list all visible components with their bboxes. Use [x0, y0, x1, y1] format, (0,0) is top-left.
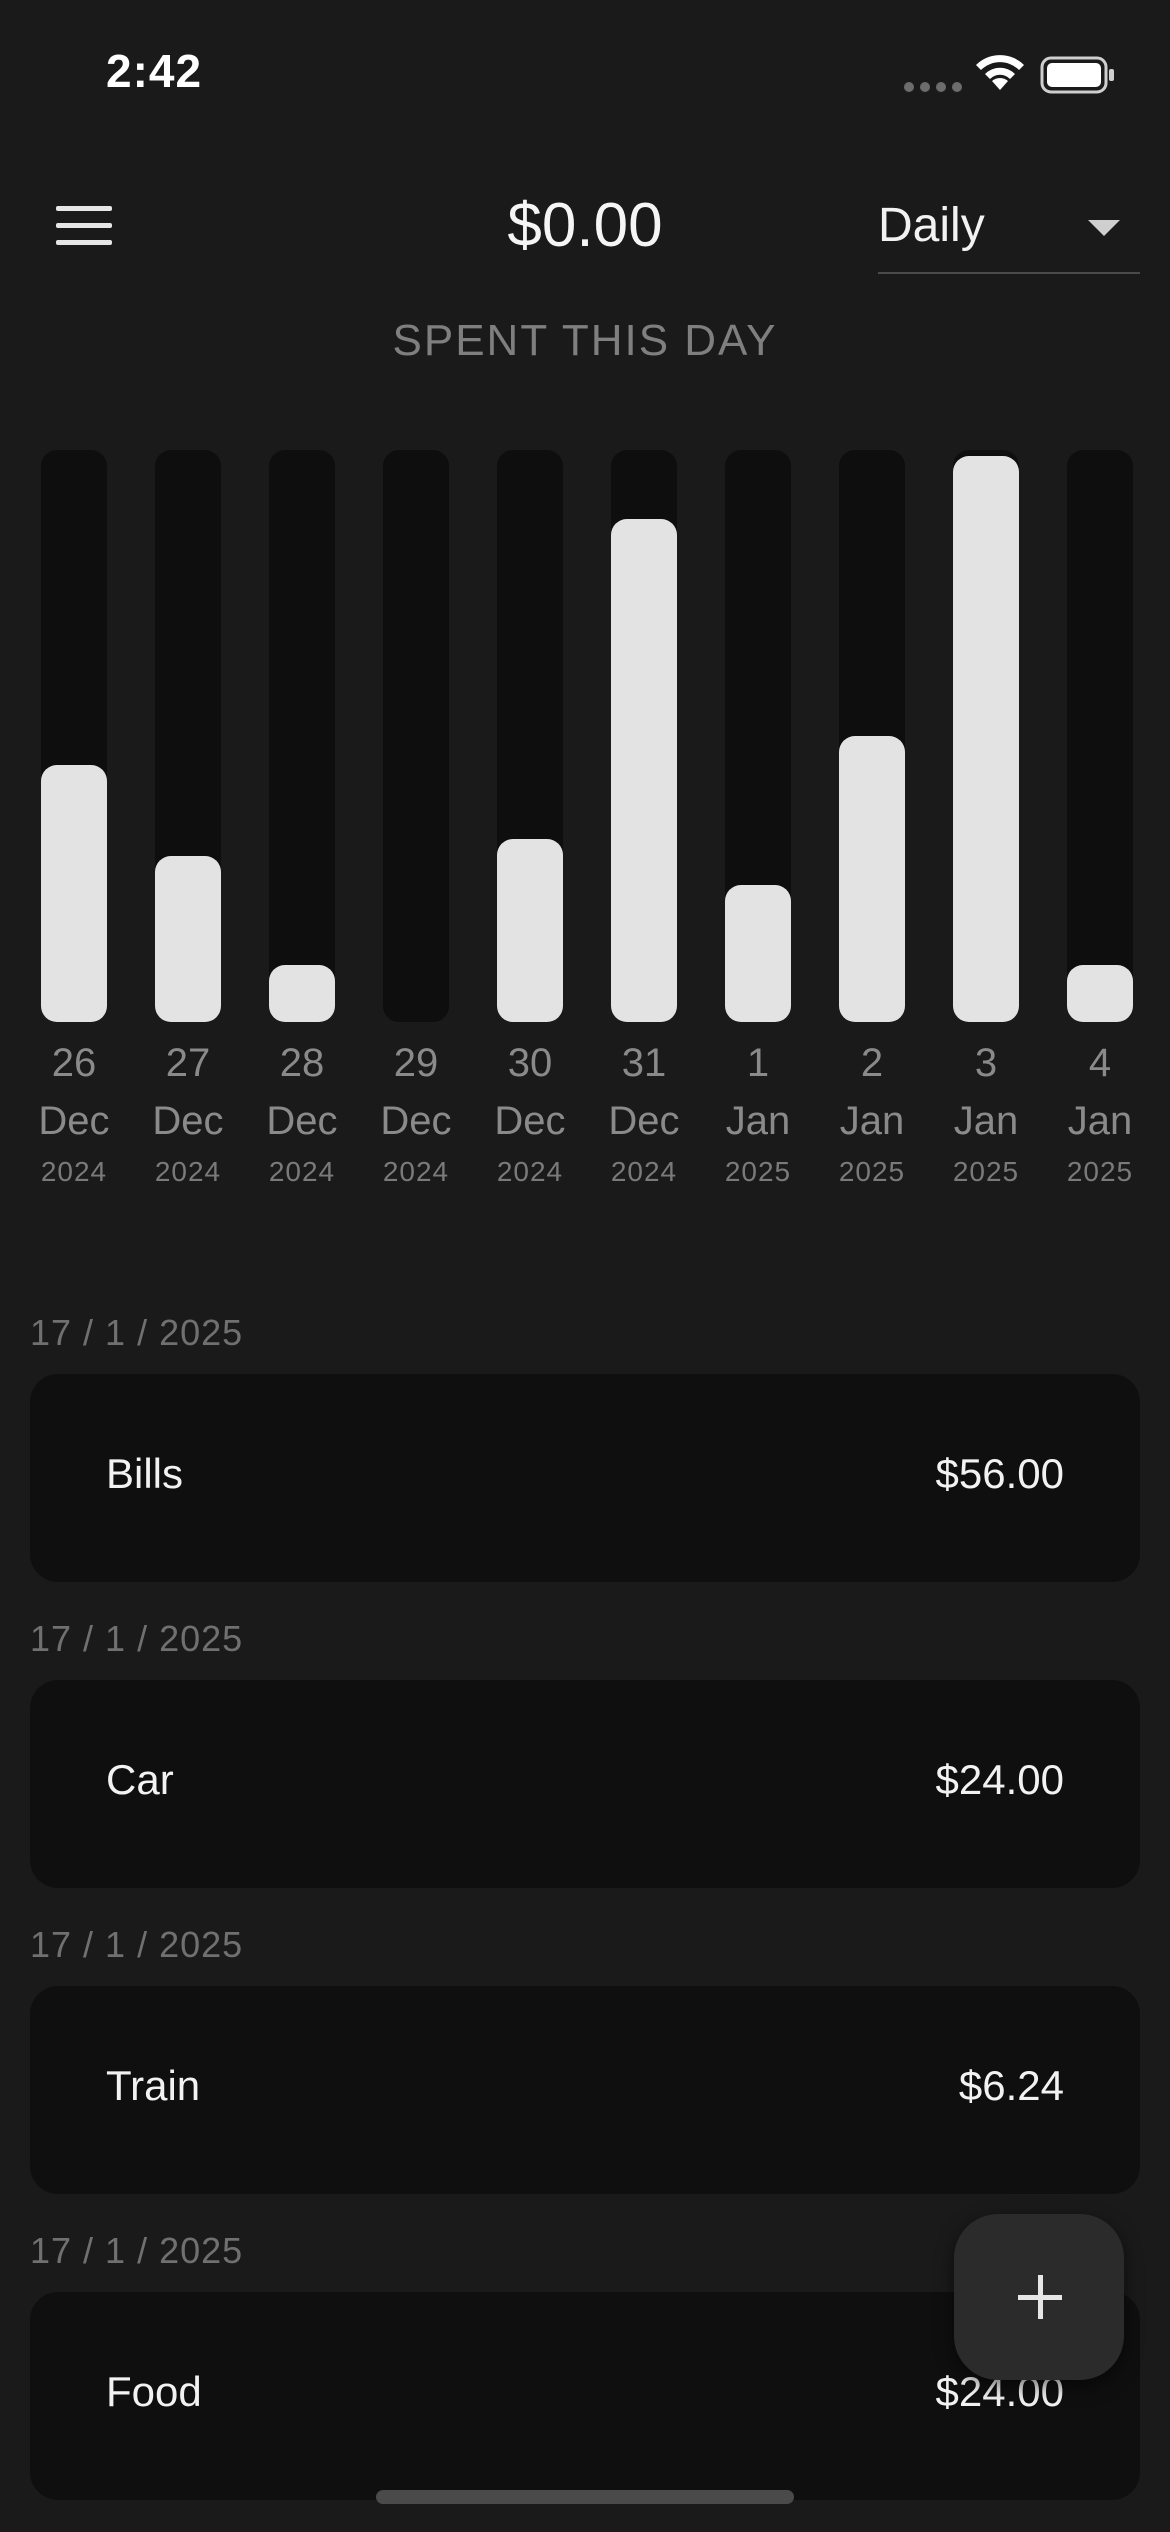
tick-year: 2024	[382, 1156, 450, 1187]
entry-category: Train	[106, 2062, 201, 2109]
x-tick-label: 26 Dec 2024	[17, 1034, 131, 1194]
bar[interactable]	[269, 964, 335, 1022]
tick-year: 2024	[496, 1156, 564, 1187]
status-time: 2:42	[106, 45, 203, 97]
home-indicator	[376, 2490, 794, 2504]
bar[interactable]	[1067, 964, 1133, 1022]
x-tick-label: 31 Dec 2024	[587, 1034, 701, 1194]
tick-day: 1	[746, 1041, 770, 1085]
cellular-signal-icon	[904, 82, 962, 92]
tick-month: Jan	[953, 1099, 1019, 1143]
x-tick-label: 4 Jan 2025	[1043, 1034, 1157, 1194]
tick-year: 2024	[268, 1156, 336, 1187]
tick-month: Dec	[494, 1099, 566, 1143]
battery-icon	[1040, 56, 1114, 94]
entry-date: 17 / 1 / 2025	[30, 1312, 244, 1353]
x-tick-label: 1 Jan 2025	[701, 1034, 815, 1194]
tick-month: Dec	[38, 1099, 110, 1143]
entry-date: 17 / 1 / 2025	[30, 1618, 244, 1659]
tick-day: 30	[507, 1041, 553, 1085]
tick-day: 4	[1088, 1041, 1112, 1085]
tick-month: Dec	[608, 1099, 680, 1143]
tick-year: 2025	[952, 1156, 1020, 1187]
x-tick-label: 27 Dec 2024	[131, 1034, 245, 1194]
entry-card[interactable]: Bills $56.00	[30, 1374, 1140, 1582]
tick-day: 2	[860, 1041, 884, 1085]
x-tick-label: 28 Dec 2024	[245, 1034, 359, 1194]
bar-track[interactable]	[269, 450, 335, 1022]
period-value: Daily	[878, 199, 985, 252]
tick-day: 29	[393, 1041, 439, 1085]
tick-month: Dec	[266, 1099, 338, 1143]
tick-month: Dec	[380, 1099, 452, 1143]
bar[interactable]	[497, 838, 563, 1022]
tick-day: 26	[51, 1041, 97, 1085]
screen: 2:42 $0.00 Daily SPENT THIS DAY 26 Dec 202…	[0, 0, 1170, 2532]
bar-track[interactable]	[383, 450, 449, 1022]
x-tick-label: 30 Dec 2024	[473, 1034, 587, 1194]
bar[interactable]	[953, 455, 1019, 1022]
caret-down-icon	[1088, 220, 1120, 236]
tick-day: 31	[621, 1041, 667, 1085]
daily-spend-chart: 26 Dec 2024 27 Dec 2024 28 Dec 2024 29 Dec 2024 30 De…	[0, 450, 1170, 1210]
bar[interactable]	[155, 856, 221, 1022]
tick-year: 2024	[40, 1156, 108, 1187]
bar[interactable]	[611, 518, 677, 1022]
entry-amount: $56.00	[935, 1450, 1064, 1497]
tick-day: 28	[279, 1041, 325, 1085]
entry-card[interactable]: Car $24.00	[30, 1680, 1140, 1888]
period-dropdown[interactable]: Daily	[878, 190, 1140, 274]
x-tick-label: 29 Dec 2024	[359, 1034, 473, 1194]
plus-icon-stem	[1038, 2275, 1043, 2319]
entry-date: 17 / 1 / 2025	[30, 1924, 244, 1965]
wifi-icon	[976, 55, 1024, 90]
tick-month: Dec	[152, 1099, 224, 1143]
tick-year: 2024	[154, 1156, 222, 1187]
bar-track[interactable]	[1067, 450, 1133, 1022]
tick-day: 27	[165, 1041, 211, 1085]
add-entry-button[interactable]	[954, 2214, 1124, 2380]
tick-year: 2025	[1066, 1156, 1134, 1187]
entry-date: 17 / 1 / 2025	[30, 2230, 244, 2271]
chart-subtitle: SPENT THIS DAY	[392, 316, 778, 365]
entry-card[interactable]: Train $6.24	[30, 1986, 1140, 2194]
x-tick-label: 3 Jan 2025	[929, 1034, 1043, 1194]
tick-month: Jan	[1067, 1099, 1133, 1143]
tick-year: 2024	[610, 1156, 678, 1187]
entry-category: Food	[106, 2368, 202, 2415]
tick-year: 2025	[838, 1156, 906, 1187]
tick-month: Jan	[839, 1099, 905, 1143]
tick-year: 2025	[724, 1156, 792, 1187]
tick-day: 3	[974, 1041, 998, 1085]
x-tick-label: 2 Jan 2025	[815, 1034, 929, 1194]
bar[interactable]	[725, 884, 791, 1022]
entry-amount: $6.24	[958, 2062, 1064, 2109]
bar[interactable]	[839, 736, 905, 1022]
entry-category: Bills	[106, 1450, 184, 1497]
entry-category: Car	[106, 1756, 174, 1803]
bar[interactable]	[41, 764, 107, 1022]
tick-month: Jan	[725, 1099, 791, 1143]
entry-amount: $24.00	[935, 1756, 1064, 1803]
